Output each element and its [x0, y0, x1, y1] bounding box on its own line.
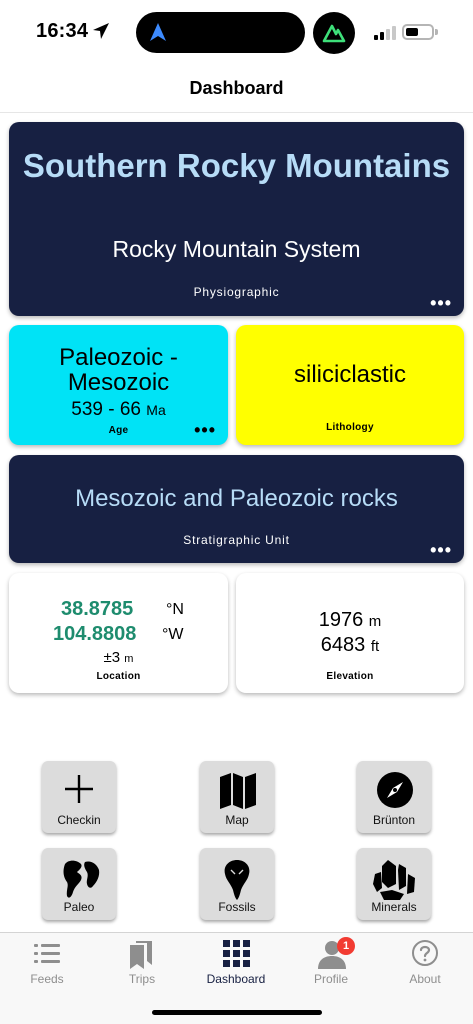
map-button[interactable]: Map — [200, 761, 274, 833]
elevation-feet-value: 6483 — [320, 634, 366, 656]
minerals-button[interactable]: Minerals — [357, 848, 431, 920]
paleo-label: Paleo — [63, 900, 95, 914]
physiographic-more-button[interactable]: ••• — [430, 294, 452, 312]
tab-about[interactable]: About — [378, 933, 472, 993]
plus-icon — [65, 775, 93, 803]
home-indicator — [152, 1010, 322, 1015]
latitude-value: 38.8785 — [61, 598, 134, 620]
physiographic-system: Rocky Mountain System — [112, 236, 361, 262]
fossil-icon — [224, 860, 250, 900]
stratigraphic-name: Mesozoic and Paleozoic rocks — [75, 485, 398, 512]
status-bar: 16:34 — [0, 0, 473, 64]
age-more-button[interactable]: ••• — [194, 421, 216, 439]
age-range-value: 539 - 66 — [71, 399, 141, 420]
tab-trips-label: Trips — [128, 972, 156, 986]
paleo-button[interactable]: Paleo — [42, 848, 116, 920]
stratigraphic-label: Stratigraphic Unit — [183, 533, 290, 547]
lithology-name: siliciclastic — [293, 361, 406, 388]
location-label: Location — [96, 671, 141, 682]
elevation-feet: 6483 ft — [236, 634, 464, 657]
physiographic-label: Physiographic — [193, 285, 280, 299]
latitude-unit: °N — [166, 601, 184, 618]
tab-dashboard[interactable]: Dashboard — [189, 933, 283, 993]
question-icon — [412, 940, 438, 966]
tab-feeds-label: Feeds — [30, 972, 64, 986]
accuracy-value: ±3 — [103, 649, 121, 666]
compass-icon — [377, 772, 413, 808]
tab-dashboard-label: Dashboard — [206, 972, 266, 986]
tab-profile-label: Profile — [313, 972, 348, 986]
elevation-meters-unit: m — [368, 613, 382, 630]
checkin-button[interactable]: Checkin — [42, 761, 116, 833]
lithology-label: Lithology — [326, 422, 374, 433]
list-icon — [34, 944, 60, 963]
stratigraphic-card[interactable]: Mesozoic and Paleozoic rocks Stratigraph… — [9, 455, 464, 563]
age-card[interactable]: Paleozoic - Mesozoic 539 - 66 Ma Age ••• — [9, 325, 228, 445]
elevation-meters: 1976 m — [236, 609, 464, 632]
checkin-label: Checkin — [57, 813, 101, 827]
longitude-unit: °W — [162, 626, 184, 643]
tab-trips[interactable]: Trips — [95, 933, 189, 993]
tab-feeds[interactable]: Feeds — [0, 933, 94, 993]
elevation-feet-unit: ft — [370, 638, 380, 655]
crystal-icon — [373, 860, 415, 900]
elevation-meters-value: 1976 — [318, 609, 364, 631]
battery-cap — [435, 29, 438, 35]
age-name-line1: Paleozoic - — [59, 344, 178, 371]
nav-divider — [0, 112, 473, 113]
brunton-label: Brünton — [372, 813, 416, 827]
page-title: Dashboard — [189, 78, 284, 98]
elevation-label: Elevation — [326, 671, 374, 682]
age-name-line2: Mesozoic — [67, 369, 170, 396]
battery-icon — [402, 24, 434, 40]
profile-notification-badge: 1 — [337, 937, 355, 955]
location-card[interactable]: 38.8785 °N 104.8808 °W ±3 m Location — [9, 573, 228, 693]
fossils-label: Fossils — [218, 900, 256, 914]
accuracy-unit: m — [124, 653, 134, 665]
age-range-unit: Ma — [146, 402, 166, 418]
grid-icon — [223, 940, 250, 967]
stratigraphic-more-button[interactable]: ••• — [430, 541, 452, 559]
physiographic-name: Southern Rocky Mountains — [22, 147, 451, 184]
location-arrow-icon — [93, 23, 109, 39]
tab-about-label: About — [409, 972, 441, 986]
navigation-icon — [150, 23, 166, 41]
continents-icon — [63, 860, 100, 898]
age-range: 539 - 66 Ma — [9, 399, 228, 421]
lithology-card[interactable]: siliciclastic Lithology — [236, 325, 464, 445]
elevation-card[interactable]: 1976 m 6483 ft Elevation — [236, 573, 464, 693]
map-label: Map — [225, 813, 249, 827]
physiographic-card[interactable]: Southern Rocky Mountains Rocky Mountain … — [9, 122, 464, 316]
location-accuracy: ±3 m — [9, 649, 228, 666]
app-activity-icon — [313, 12, 355, 54]
cell-signal-icon — [374, 26, 398, 40]
map-icon — [220, 773, 256, 809]
bookmarks-icon — [130, 941, 152, 969]
status-time: 16:34 — [36, 20, 89, 42]
brunton-button[interactable]: Brünton — [357, 761, 431, 833]
minerals-label: Minerals — [371, 900, 417, 914]
longitude-value: 104.8808 — [53, 623, 137, 645]
fossils-button[interactable]: Fossils — [200, 848, 274, 920]
tab-profile[interactable]: 1 Profile — [284, 933, 378, 993]
dynamic-island — [136, 12, 305, 53]
age-name: Paleozoic - Mesozoic — [9, 345, 228, 395]
